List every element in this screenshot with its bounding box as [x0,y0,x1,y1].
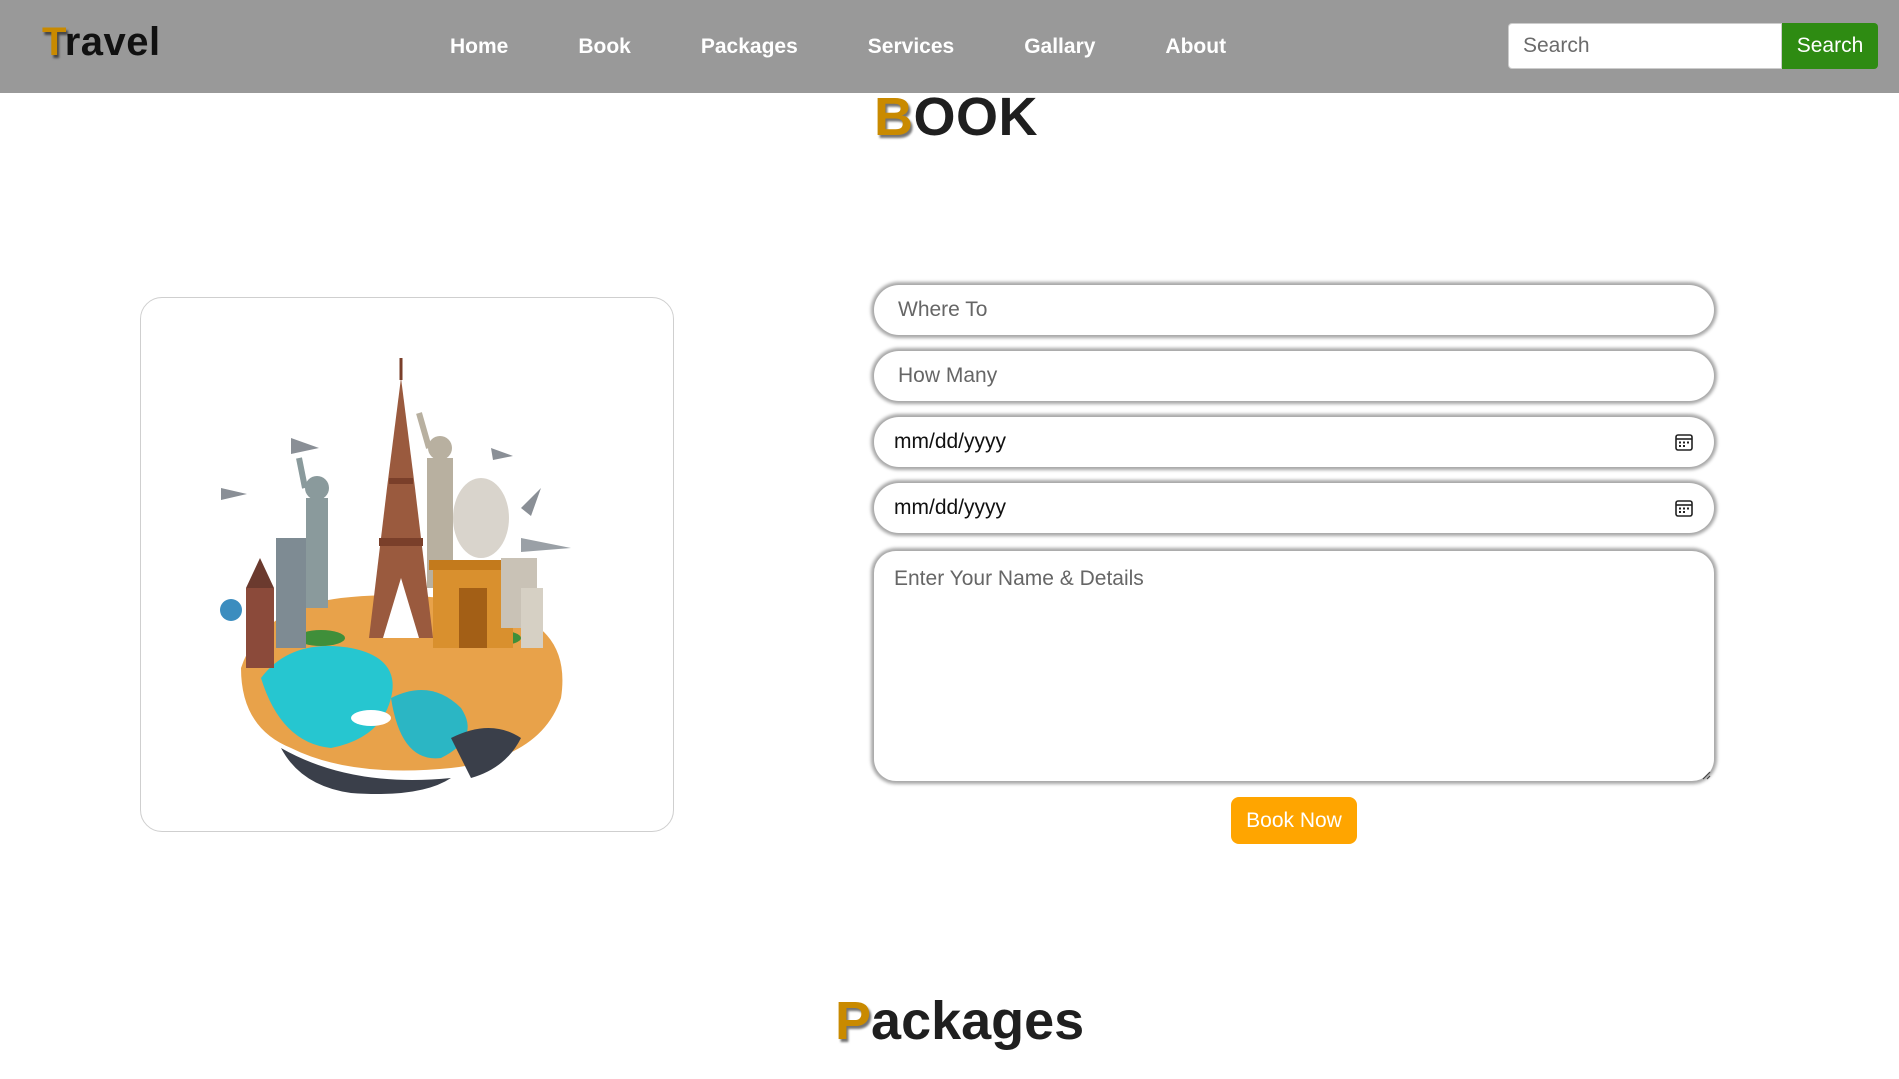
how-many-input[interactable] [874,351,1714,401]
nav-links: Home Book Packages Services Gallary Abou… [450,0,1296,93]
navbar: Travel Home Book Packages Services Galla… [0,0,1899,93]
nav-link-book[interactable]: Book [578,35,631,59]
logo-first-letter: T [42,20,65,64]
world-landmarks-illustration [220,358,571,794]
nav-link-services[interactable]: Services [868,35,954,59]
resize-grip-icon[interactable] [1701,770,1711,780]
leaving-date-input[interactable]: mm/dd/yyyy [874,483,1714,533]
packages-title-rest: ackages [871,991,1085,1051]
book-image-card [140,297,674,832]
where-to-input[interactable] [874,285,1714,335]
search-button[interactable]: Search [1782,23,1878,69]
book-section-title: BOOK [874,86,1038,148]
logo[interactable]: Travel [42,20,161,65]
logo-rest: ravel [64,20,161,64]
details-textarea[interactable] [874,551,1714,781]
nav-link-gallary[interactable]: Gallary [1024,35,1095,59]
book-title-first-letter: B [874,87,914,147]
nav-link-packages[interactable]: Packages [701,35,798,59]
packages-section-title: Packages [835,990,1084,1052]
arrival-date-input[interactable]: mm/dd/yyyy [874,417,1714,467]
leaving-date-value: mm/dd/yyyy [894,496,1007,519]
nav-link-home[interactable]: Home [450,35,508,59]
arrival-date-value: mm/dd/yyyy [894,430,1007,453]
nav-link-about[interactable]: About [1165,35,1226,59]
search-input[interactable] [1508,23,1782,69]
book-now-button[interactable]: Book Now [1231,797,1357,844]
packages-title-first-letter: P [835,991,872,1051]
calendar-icon[interactable] [1674,432,1694,452]
book-title-rest: OOK [913,87,1039,147]
calendar-icon[interactable] [1674,498,1694,518]
